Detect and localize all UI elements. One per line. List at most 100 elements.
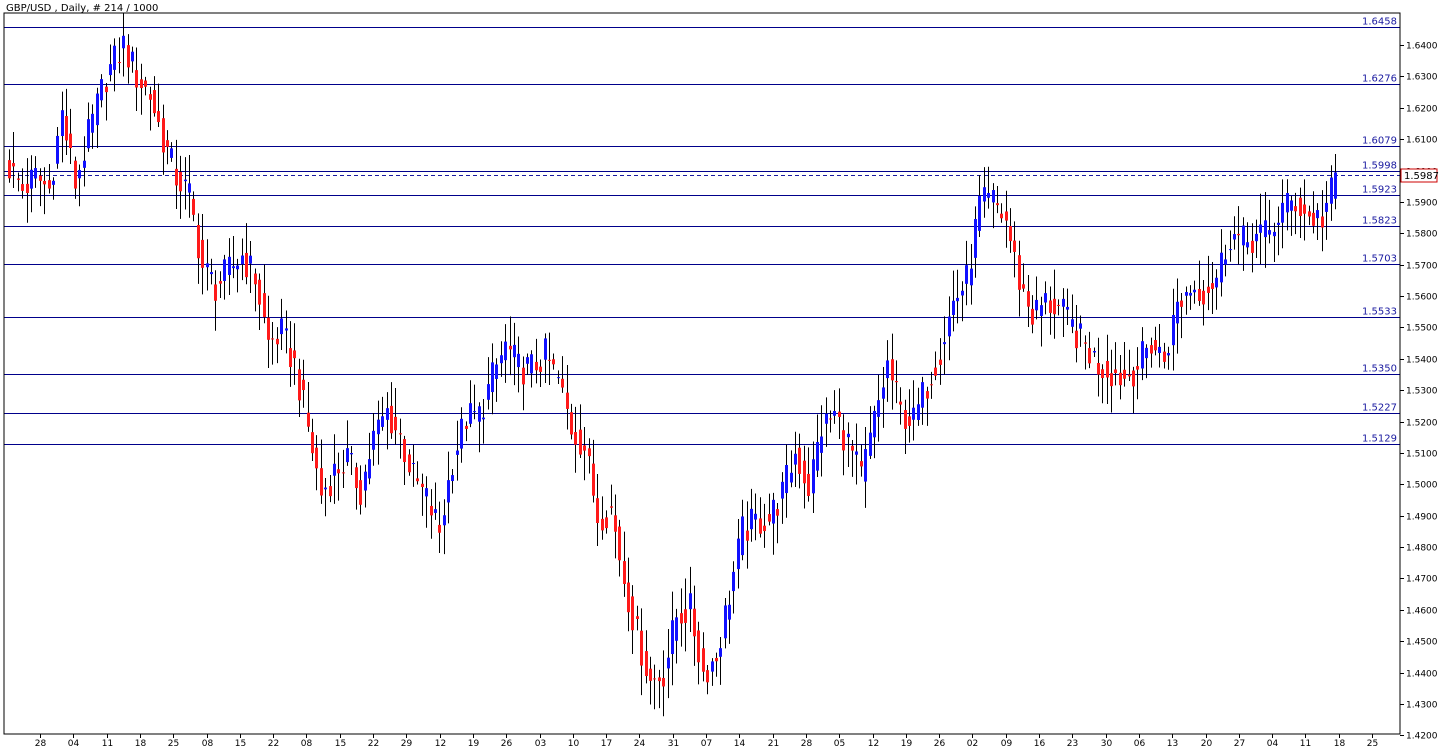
candle-body — [794, 453, 797, 465]
x-tick-label: 08 — [301, 739, 313, 749]
x-tick-label: 12 — [868, 739, 879, 749]
candle-body — [359, 480, 362, 505]
candle-body — [557, 377, 560, 379]
candle-body — [249, 255, 252, 264]
candle-body — [552, 359, 555, 365]
candle-body — [1299, 197, 1302, 217]
candle-body — [504, 341, 507, 361]
candle-body — [1312, 212, 1315, 226]
candle-body — [1163, 351, 1166, 362]
candle-body — [667, 657, 670, 669]
candle-body — [891, 359, 894, 381]
y-tick-label: 1.4900 — [1406, 513, 1438, 523]
candle-body — [149, 94, 152, 100]
candle-body — [1040, 305, 1043, 317]
candle-body — [430, 505, 433, 516]
level-label: 1.6276 — [1362, 74, 1397, 85]
candle-body — [974, 219, 977, 258]
candle-body — [188, 183, 191, 193]
candle-body — [992, 190, 995, 203]
candle-body — [596, 498, 599, 523]
candle-body — [816, 442, 819, 471]
y-tick-label: 1.4300 — [1406, 701, 1438, 711]
candle-body — [289, 348, 292, 368]
candle-body — [482, 417, 485, 420]
candle-body — [43, 180, 46, 185]
x-tick-label: 09 — [1001, 739, 1013, 749]
candle-body — [447, 480, 450, 503]
x-tick-label: 11 — [102, 739, 113, 749]
candle-body — [1308, 211, 1311, 217]
candle-body — [807, 473, 810, 497]
candle-body — [763, 525, 766, 532]
candle-body — [214, 284, 217, 301]
candle-body — [96, 93, 99, 126]
candle-body — [873, 410, 876, 438]
candle-body — [1062, 298, 1065, 307]
candle-body — [78, 170, 81, 179]
x-tick-label: 04 — [68, 739, 80, 749]
candle-body — [48, 180, 51, 189]
candle-body — [192, 198, 195, 215]
candle-body — [390, 405, 393, 434]
candle-body — [996, 203, 999, 206]
candle-body — [1334, 172, 1337, 199]
y-tick-label: 1.5300 — [1406, 387, 1438, 397]
candle-body — [1303, 204, 1306, 214]
candle-body — [1172, 314, 1175, 346]
candle-body — [1022, 284, 1025, 289]
candle-body — [1242, 225, 1245, 246]
candle-body — [416, 478, 419, 482]
candle-body — [684, 609, 687, 623]
y-tick-label: 1.4600 — [1406, 607, 1438, 617]
candle-body — [241, 255, 244, 265]
candle-body — [263, 293, 266, 318]
level-label: 1.6079 — [1362, 136, 1397, 147]
candle-body — [544, 338, 547, 360]
candle-body — [631, 596, 634, 631]
y-tick-label: 1.5800 — [1406, 230, 1438, 240]
candle-body — [280, 318, 283, 335]
candle-body — [337, 469, 340, 474]
candle-body — [276, 338, 279, 345]
candle-body — [785, 465, 788, 494]
x-tick-label: 25 — [168, 739, 179, 749]
candle-body — [917, 404, 920, 420]
y-tick-label: 1.5000 — [1406, 481, 1438, 491]
candle-body — [473, 411, 476, 413]
candle-body — [258, 279, 261, 305]
candle-body — [1084, 342, 1087, 344]
x-tick-label: 27 — [1234, 739, 1245, 749]
candle-body — [307, 412, 310, 427]
candle-body — [812, 459, 815, 494]
candle-body — [605, 517, 608, 529]
candle-body — [790, 472, 793, 483]
candle-body — [768, 514, 771, 522]
candle-body — [394, 416, 397, 431]
candle-body — [1097, 363, 1100, 375]
candle-body — [1202, 290, 1205, 305]
candle-body — [530, 354, 533, 374]
candle-body — [302, 379, 305, 391]
candle-body — [236, 265, 239, 270]
candle-body — [293, 350, 296, 359]
candle-body — [715, 657, 718, 662]
candle-body — [1009, 226, 1012, 242]
candle-body — [948, 316, 951, 337]
candle-body — [1264, 220, 1267, 238]
candle-body — [728, 604, 731, 620]
y-tick-label: 1.6400 — [1406, 42, 1438, 52]
candle-body — [1259, 224, 1262, 233]
candle-body — [175, 168, 178, 186]
candle-body — [842, 430, 845, 451]
x-tick-label: 12 — [435, 739, 446, 749]
candle-body — [74, 160, 77, 189]
candle-body — [526, 357, 529, 364]
candle-body — [592, 463, 595, 496]
candle-body — [820, 436, 823, 453]
x-tick-label: 21 — [768, 739, 779, 749]
candle-body — [987, 193, 990, 198]
level-label: 1.5227 — [1362, 403, 1397, 414]
candle-body — [69, 133, 72, 148]
x-tick-label: 29 — [401, 739, 413, 749]
